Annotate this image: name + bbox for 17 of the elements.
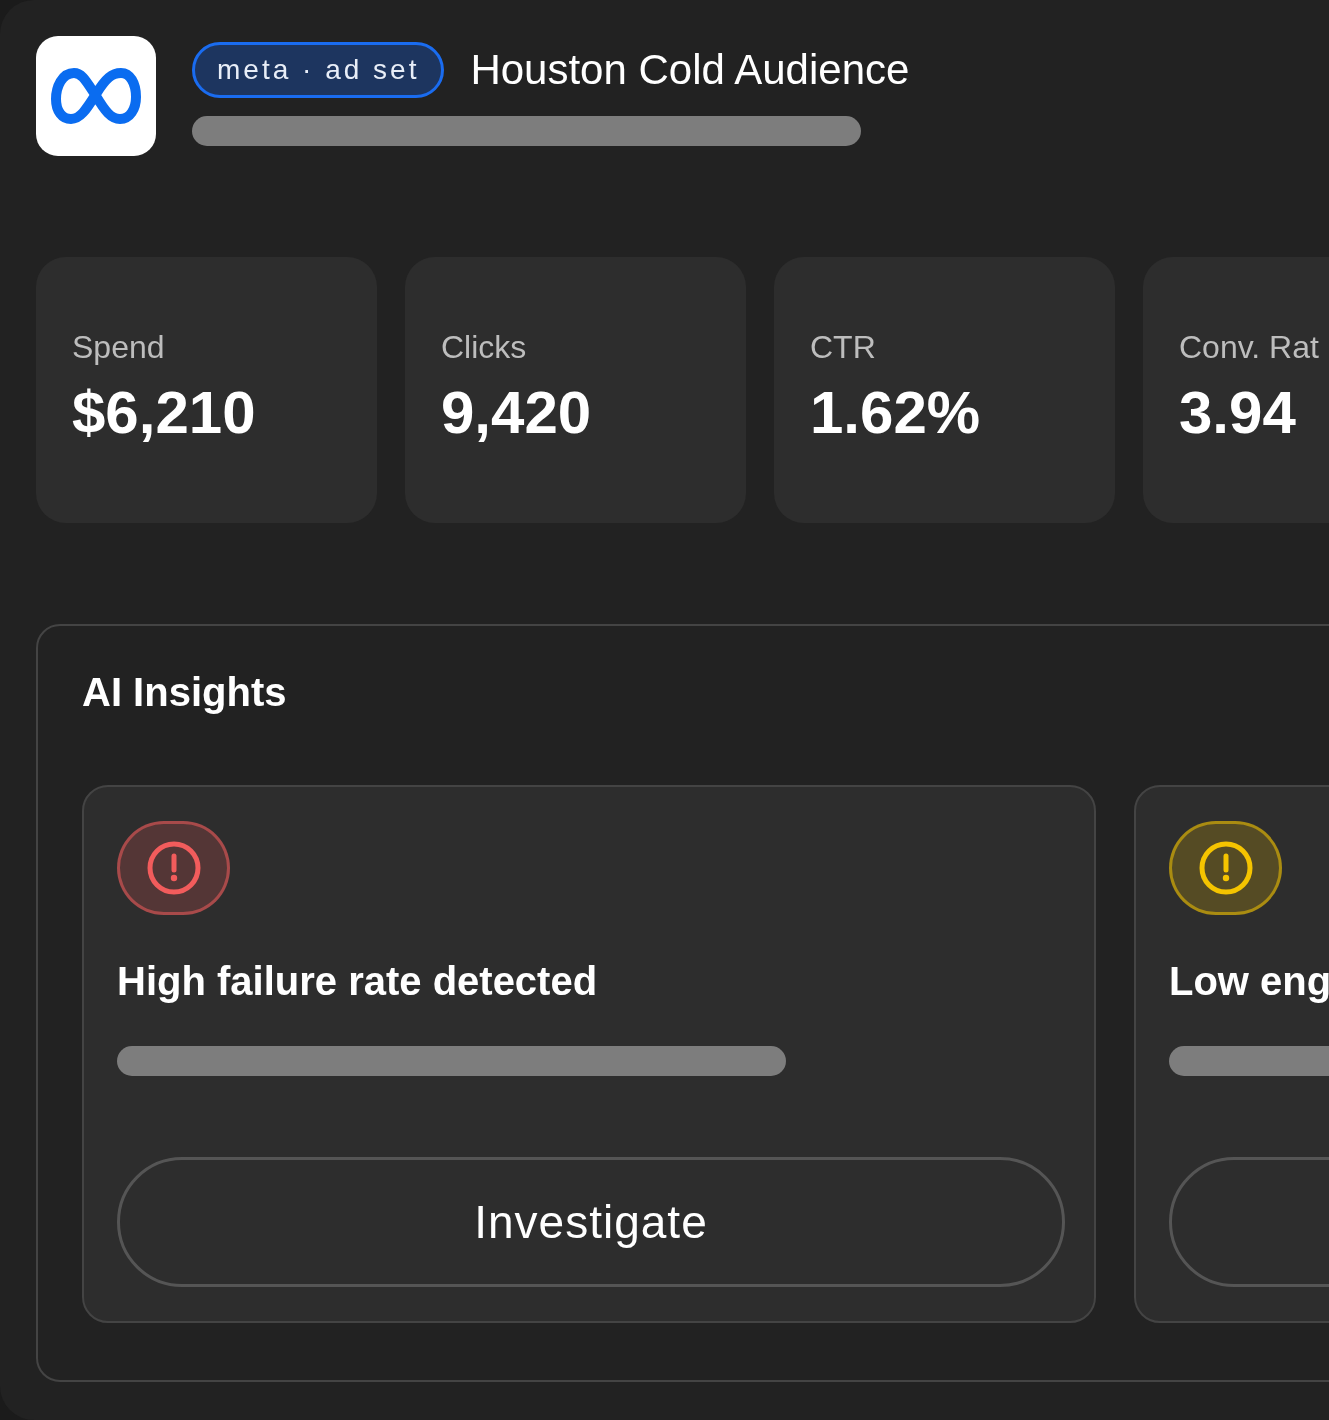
infinity-icon [50,65,142,127]
stat-value: 9,420 [441,378,593,447]
panel-title: AI Insights [82,670,288,715]
ad-set-badge: meta · ad set [192,42,445,98]
stat-label: Clicks [441,329,528,366]
insight-title: Low eng [1169,958,1329,1004]
ad-set-title: Houston Cold Audience [470,46,910,94]
action-button[interactable]: Investigate [117,1156,1065,1287]
exclamation-circle-icon [145,839,202,896]
stat-value: 1.62% [810,378,982,447]
insight-title: High failure rate detected [117,958,598,1004]
stat-label: Conv. Rat [1179,329,1320,366]
stat-value: 3.94 [1179,378,1297,447]
stat-label: CTR [810,329,877,366]
stat-label: Spend [72,329,166,366]
stat-value: $6,210 [72,378,257,447]
exclamation-circle-icon [1197,839,1254,896]
